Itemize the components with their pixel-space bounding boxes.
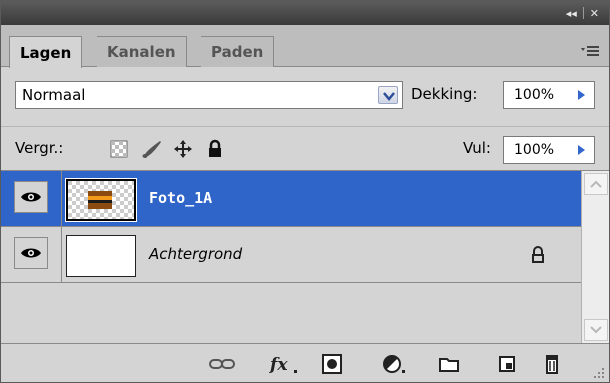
panel-menu-icon[interactable] bbox=[581, 44, 601, 58]
fill-field[interactable]: 100% bbox=[503, 136, 595, 164]
blend-mode-value: Normaal bbox=[22, 86, 86, 104]
layer-row-foto-1a[interactable]: Foto_1A bbox=[1, 171, 581, 227]
lock-all-icon[interactable] bbox=[205, 139, 225, 159]
titlebar-buttons: ◂◂ ✕ bbox=[566, 4, 599, 22]
resize-grip-icon[interactable] bbox=[593, 367, 605, 379]
tab-label: Kanalen bbox=[107, 43, 176, 61]
lock-brush-icon[interactable] bbox=[141, 139, 161, 159]
close-icon[interactable]: ✕ bbox=[590, 7, 599, 20]
collapse-icon[interactable]: ◂◂ bbox=[566, 7, 577, 20]
chevron-right-icon[interactable] bbox=[571, 85, 591, 105]
fill-label: Vul: bbox=[463, 139, 491, 157]
panel-titlebar: ◂◂ ✕ bbox=[1, 1, 609, 25]
adjustment-layer-icon[interactable] bbox=[381, 353, 409, 375]
tab-kanalen[interactable]: Kanalen bbox=[97, 36, 187, 67]
blend-mode-select[interactable]: Normaal bbox=[15, 81, 403, 109]
layer-list: Foto_1A Achtergrond bbox=[1, 171, 581, 343]
layer-name[interactable]: Foto_1A bbox=[149, 189, 212, 207]
scroll-down-button[interactable] bbox=[584, 319, 608, 341]
layer-thumbnail bbox=[65, 178, 137, 222]
column-divider bbox=[61, 171, 62, 227]
lock-label: Vergr.: bbox=[15, 139, 64, 157]
tab-bar: Lagen Kanalen Paden bbox=[1, 25, 609, 68]
layer-name[interactable]: Achtergrond bbox=[149, 245, 242, 263]
chevron-right-icon[interactable] bbox=[571, 140, 591, 160]
link-layers-icon[interactable] bbox=[208, 353, 236, 375]
opacity-value: 100% bbox=[514, 87, 555, 103]
layers-panel: ◂◂ ✕ Lagen Kanalen Paden Normaal Dekking… bbox=[0, 0, 610, 383]
opacity-field[interactable]: 100% bbox=[503, 81, 595, 109]
tab-paden[interactable]: Paden bbox=[201, 36, 275, 67]
layer-thumbnail bbox=[66, 235, 136, 277]
lock-transparency-icon[interactable] bbox=[109, 139, 129, 159]
new-group-folder-icon[interactable] bbox=[438, 353, 460, 375]
lock-icon bbox=[529, 246, 547, 264]
fill-value: 100% bbox=[514, 142, 555, 158]
layer-mask-icon[interactable] bbox=[321, 353, 343, 375]
trash-delete-icon[interactable] bbox=[541, 353, 563, 375]
visibility-eye-icon[interactable] bbox=[14, 237, 48, 269]
titlebar-separator bbox=[582, 7, 584, 19]
opacity-label: Dekking: bbox=[411, 85, 478, 103]
fx-layer-style-icon[interactable]: fx bbox=[268, 353, 304, 375]
new-layer-icon[interactable] bbox=[496, 353, 518, 375]
move-icon[interactable] bbox=[173, 139, 193, 159]
tab-lagen[interactable]: Lagen bbox=[9, 36, 83, 68]
tab-label: Lagen bbox=[20, 43, 72, 62]
svg-text:fx: fx bbox=[269, 355, 288, 375]
layer-row-achtergrond[interactable]: Achtergrond bbox=[1, 227, 581, 283]
scroll-up-button[interactable] bbox=[584, 173, 608, 195]
lock-fill-row: Vergr.: Vul: 100% bbox=[1, 126, 609, 171]
chevron-down-icon[interactable] bbox=[378, 86, 398, 104]
visibility-eye-icon[interactable] bbox=[14, 181, 48, 213]
column-divider bbox=[61, 227, 62, 283]
layer-list-scrollbar[interactable] bbox=[581, 171, 609, 343]
blend-opacity-row: Normaal Dekking: 100% bbox=[1, 68, 609, 126]
tab-label: Paden bbox=[211, 43, 264, 61]
layers-bottom-toolbar: fx bbox=[1, 343, 609, 382]
